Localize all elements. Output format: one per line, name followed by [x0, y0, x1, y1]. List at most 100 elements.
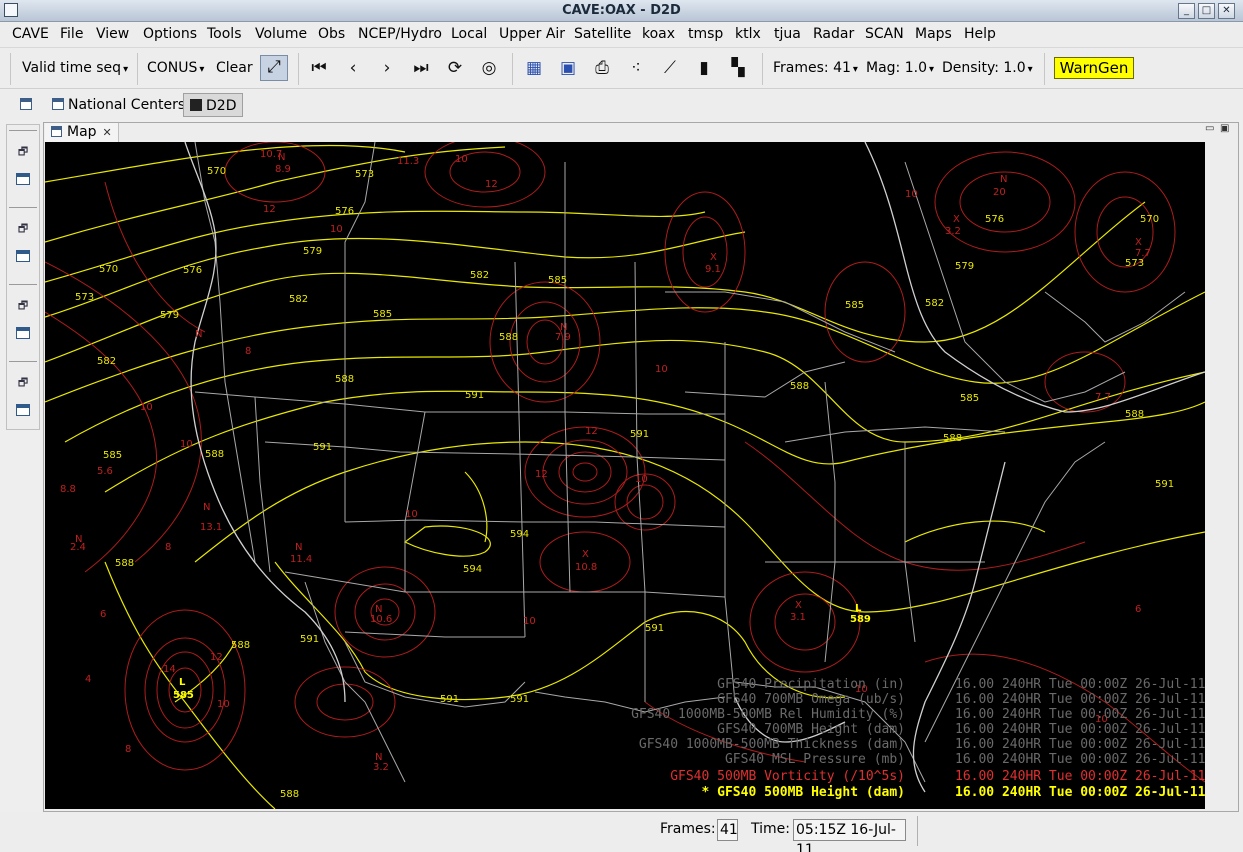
menu-options[interactable]: Options: [143, 26, 197, 42]
vorticity-max-value: 10.6: [370, 614, 392, 625]
warngen-button[interactable]: WarnGen: [1054, 57, 1134, 79]
vorticity-label: 10: [140, 402, 153, 413]
legend-row[interactable]: GFS40 700MB Height (dam) 16.00 240HR Tue …: [45, 722, 1205, 738]
image-combine-icon[interactable]: ▣: [557, 57, 579, 79]
refresh-icon[interactable]: ◎: [478, 57, 500, 79]
vorticity-max-value: 3.1: [790, 612, 806, 623]
legend-row[interactable]: GFS40 500MB Vorticity (/10^5s) 16.00 240H…: [45, 769, 1205, 785]
image-properties-icon[interactable]: ▦: [523, 57, 545, 79]
legend-product-name: * GFS40 500MB Height (dam): [701, 785, 906, 800]
vorticity-label: 7.7: [1095, 392, 1111, 403]
pane-window-icon[interactable]: [16, 173, 30, 185]
vorticity-max-value: 20: [993, 187, 1006, 198]
menu-tjua[interactable]: tjua: [774, 26, 801, 42]
pane-window-icon[interactable]: [16, 404, 30, 416]
single-panel-icon[interactable]: ▮: [693, 57, 715, 79]
menu-scan[interactable]: SCAN: [865, 26, 904, 42]
d2d-icon: [190, 99, 202, 111]
legend-row[interactable]: GFS40 MSL Pressure (mb) 16.00 240HR Tue 0…: [45, 752, 1205, 768]
menu-obs[interactable]: Obs: [318, 26, 345, 42]
minimize-view-icon[interactable]: ▭: [1205, 123, 1214, 134]
menu-maps[interactable]: Maps: [915, 26, 952, 42]
four-panel-icon[interactable]: ▚: [727, 57, 749, 79]
restore-icon[interactable]: 🗗: [15, 220, 31, 235]
legend-row[interactable]: GFS40 1000MB-500MB Rel Humidity (%) 16.00…: [45, 707, 1205, 723]
menu-koax[interactable]: koax: [642, 26, 675, 42]
frames-dropdown[interactable]: Frames: 41: [773, 60, 858, 76]
vorticity-max-value: 3.2: [945, 226, 961, 237]
menu-help[interactable]: Help: [964, 26, 996, 42]
mag-dropdown[interactable]: Mag: 1.0: [866, 60, 934, 76]
toolbar-separator: [298, 53, 299, 85]
menu-file[interactable]: File: [60, 26, 83, 42]
close-button[interactable]: ✕: [1218, 3, 1235, 19]
fullscreen-icon[interactable]: ⤢: [260, 55, 288, 81]
toolbar-separator: [10, 53, 11, 85]
map-tab-icon: [51, 126, 62, 137]
window-title-bar: CAVE:OAX - D2D _ □ ✕: [0, 0, 1243, 22]
vorticity-max-marker: N: [1000, 174, 1007, 185]
loop-icon[interactable]: ⟳: [444, 57, 466, 79]
height-label: 588: [943, 433, 962, 444]
menu-tools[interactable]: Tools: [207, 26, 242, 42]
minimize-button[interactable]: _: [1178, 3, 1195, 19]
height-label: 582: [289, 294, 308, 305]
last-frame-icon[interactable]: ⏭: [410, 57, 432, 79]
toolbar-separator: [1044, 53, 1045, 85]
map-tab[interactable]: Map ✕: [45, 123, 119, 142]
restore-icon[interactable]: 🗗: [15, 374, 31, 389]
maximize-view-icon[interactable]: ▣: [1220, 123, 1229, 134]
menu-view[interactable]: View: [96, 26, 129, 42]
vorticity-max-marker: N: [203, 502, 210, 513]
frames-count-field: 41: [717, 819, 738, 841]
legend-product-name: GFS40 1000MB-500MB Thickness (dam): [638, 737, 905, 752]
menu-ncep-hydro[interactable]: NCEP/Hydro: [358, 26, 442, 42]
panel-separator: [9, 361, 37, 362]
clear-button[interactable]: Clear: [216, 60, 253, 76]
map-side-gutter: [1205, 142, 1237, 809]
time-mode-dropdown[interactable]: Valid time seq: [22, 60, 128, 76]
vorticity-max-value: 8.8: [60, 484, 76, 495]
menu-upper-air[interactable]: Upper Air: [499, 26, 565, 42]
perspective-tab-d2d[interactable]: D2D: [183, 93, 244, 117]
legend-row[interactable]: GFS40 700MB Omega (ub/s) 16.00 240HR Tue …: [45, 692, 1205, 708]
menu-ktlx[interactable]: ktlx: [735, 26, 761, 42]
height-label: 585: [960, 393, 979, 404]
open-perspective-icon[interactable]: [20, 93, 42, 117]
legend-row[interactable]: GFS40 Precipitation (in) 16.00 240HR Tue …: [45, 677, 1205, 693]
vorticity-label: 12: [585, 426, 598, 437]
first-frame-icon[interactable]: ⏮: [308, 57, 330, 79]
map-canvas[interactable]: 570 573 576 579 582 585 588 591 594 585 …: [45, 142, 1205, 809]
height-label: 582: [97, 356, 116, 367]
legend-row-active[interactable]: * GFS40 500MB Height (dam) 16.00 240HR Tu…: [45, 785, 1206, 801]
vorticity-label: 10: [905, 189, 918, 200]
prev-frame-icon[interactable]: ‹: [342, 57, 364, 79]
restore-icon[interactable]: 🗗: [15, 143, 31, 158]
perspective-tab-national-centers[interactable]: National Centers: [46, 93, 191, 117]
close-tab-icon[interactable]: ✕: [103, 126, 112, 139]
legend-row[interactable]: GFS40 1000MB-500MB Thickness (dam) 16.00 …: [45, 737, 1205, 753]
menu-cave[interactable]: CAVE: [12, 26, 49, 42]
perspective-bar: National Centers D2D: [0, 90, 1243, 120]
menu-radar[interactable]: Radar: [813, 26, 854, 42]
menu-tmsp[interactable]: tmsp: [688, 26, 723, 42]
pane-window-icon[interactable]: [16, 327, 30, 339]
menu-local[interactable]: Local: [451, 26, 487, 42]
vorticity-max-value: 10.8: [575, 562, 597, 573]
scale-dropdown[interactable]: CONUS: [147, 60, 204, 76]
menu-satellite[interactable]: Satellite: [574, 26, 631, 42]
height-label: 573: [75, 292, 94, 303]
restore-icon[interactable]: 🗗: [15, 297, 31, 312]
menu-volume[interactable]: Volume: [255, 26, 307, 42]
height-label: 576: [335, 206, 354, 217]
height-label: 570: [99, 264, 118, 275]
pane-window-icon[interactable]: [16, 250, 30, 262]
points-icon[interactable]: ⁖: [625, 57, 647, 79]
next-frame-icon[interactable]: ›: [376, 57, 398, 79]
vorticity-label: 12: [263, 204, 276, 215]
density-dropdown[interactable]: Density: 1.0: [942, 60, 1033, 76]
maximize-button[interactable]: □: [1198, 3, 1215, 19]
print-icon[interactable]: ⎙: [591, 57, 613, 79]
baselines-icon[interactable]: ⟋: [659, 57, 681, 79]
low-center-marker: L: [855, 603, 862, 614]
